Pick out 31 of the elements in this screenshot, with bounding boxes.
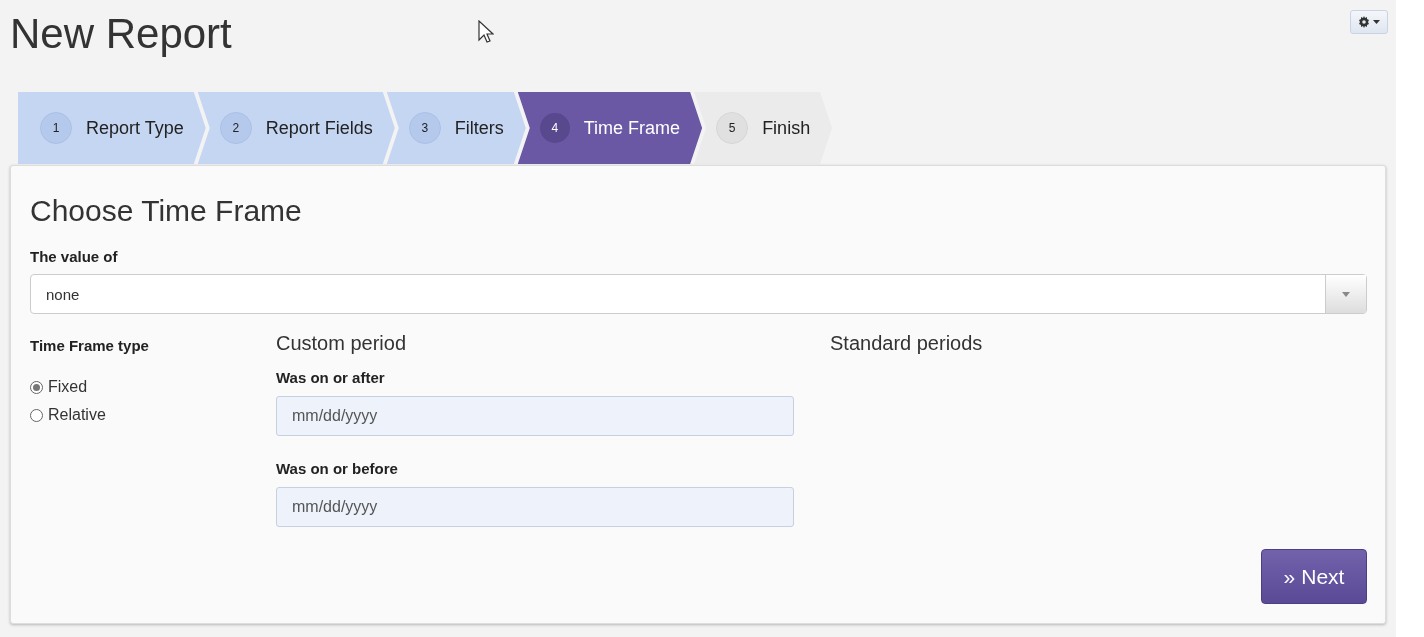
dropdown-arrow-icon [1342,291,1350,297]
wizard-step[interactable]: 5 Finish [694,92,833,164]
caret-icon [1373,20,1380,24]
radio-option[interactable]: Relative [30,406,276,424]
wizard-step[interactable]: 1 Report Type [18,92,206,164]
value-select[interactable]: none [30,274,1367,314]
step-number: 2 [219,112,252,144]
date-field[interactable]: mm/dd/yyyy [276,396,794,436]
step-number: 3 [408,112,441,144]
radio-button[interactable] [30,380,43,394]
field-label: The value of [30,248,119,265]
radio-button[interactable] [30,408,43,422]
next-button[interactable]: » Next [1261,549,1367,604]
wizard-step[interactable]: 3 Filters [386,92,526,164]
step-number: 5 [716,112,749,144]
gear-icon [1358,16,1370,28]
section-heading: Custom period [276,332,408,355]
field-label: Was on or after [276,369,386,386]
settings-button[interactable] [1350,10,1388,34]
page-title: New Report [10,9,232,58]
step-number: 1 [40,112,72,144]
date-field[interactable]: mm/dd/yyyy [276,487,794,527]
panel-title: Choose Time Frame [30,194,303,228]
wizard-step[interactable]: 4 Time Frame [517,92,703,164]
step-number: 4 [539,113,570,143]
field-label: Was on or before [276,460,399,477]
mouse-cursor-icon [478,20,494,44]
section-heading: Standard periods [830,332,983,355]
radio-option[interactable]: Fixed [30,378,276,396]
wizard-step[interactable]: 2 Report Fields [197,92,395,164]
field-label: Time Frame type [30,337,150,354]
